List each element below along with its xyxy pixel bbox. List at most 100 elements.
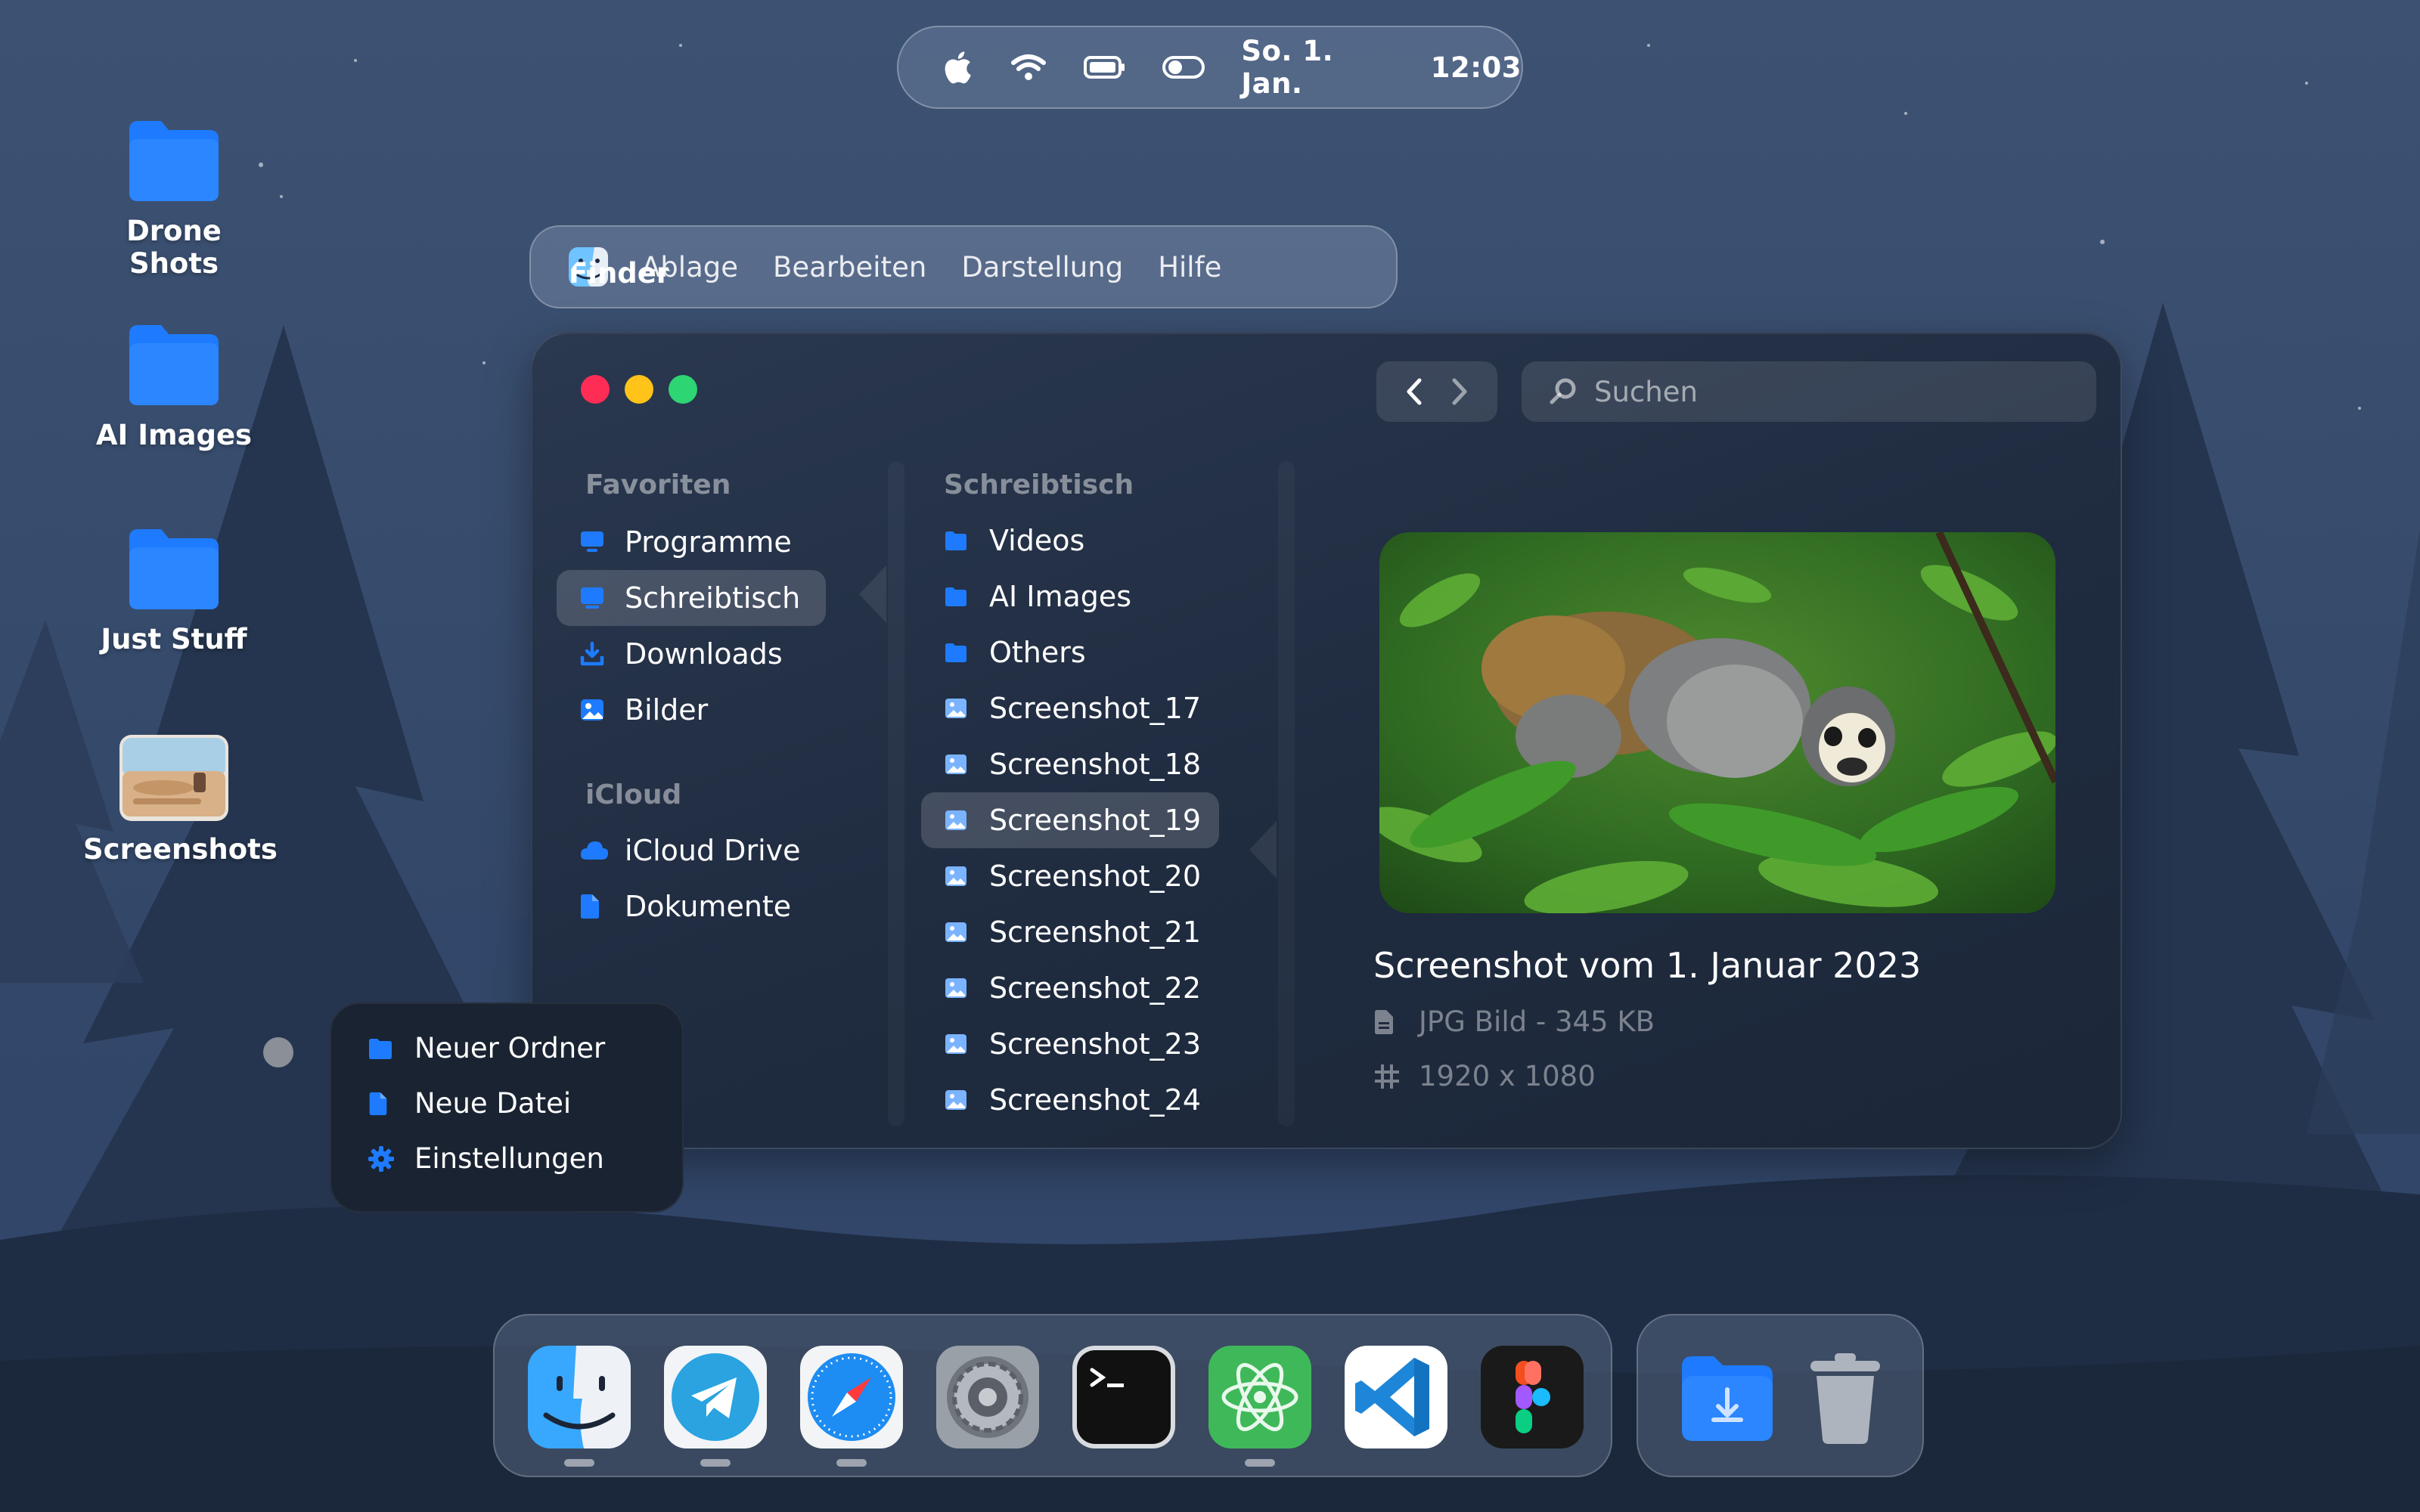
- file-item-label: Screenshot_24: [989, 1083, 1202, 1117]
- preview-image[interactable]: [1379, 532, 2055, 913]
- sidebar-item-programme[interactable]: Programme: [557, 514, 826, 570]
- preview-type-size: JPG Bild - 345 KB: [1419, 1005, 1655, 1038]
- navigation-buttons: [1376, 361, 1497, 422]
- cursor-indicator: [263, 1037, 293, 1067]
- context-menu-item-neuer-ordner[interactable]: Neuer Ordner: [331, 1021, 682, 1076]
- downloads-folder-icon[interactable]: [1676, 1346, 1779, 1448]
- folder-icon: [944, 530, 974, 551]
- menu-item-bearbeiten[interactable]: Bearbeiten: [773, 251, 926, 284]
- control-toggle-icon[interactable]: [1162, 45, 1205, 90]
- file-item-screenshot-23[interactable]: Screenshot_23: [921, 1016, 1219, 1072]
- file-item-screenshot-19[interactable]: Screenshot_19: [921, 792, 1219, 848]
- file-item-screenshot-21[interactable]: Screenshot_21: [921, 904, 1219, 960]
- sidebar-item-label: Schreibtisch: [625, 581, 801, 615]
- sidebar-item-label: Downloads: [625, 637, 783, 671]
- preview-file-info: JPG Bild - 345 KB: [1373, 1005, 1655, 1038]
- desktop-item-just-stuff[interactable]: Just Stuff: [83, 522, 265, 655]
- file-item-screenshot-24[interactable]: Screenshot_24: [921, 1072, 1219, 1128]
- folder-icon: [944, 642, 974, 663]
- dimensions-icon: [1373, 1063, 1404, 1090]
- file-item-label: Screenshot_22: [989, 971, 1202, 1005]
- figma-icon[interactable]: [1481, 1346, 1584, 1448]
- battery-icon[interactable]: [1084, 45, 1126, 90]
- sidebar-item-label: Dokumente: [625, 890, 792, 923]
- file-item-screenshot-18[interactable]: Screenshot_18: [921, 736, 1219, 792]
- file-item-screenshot-22[interactable]: Screenshot_22: [921, 960, 1219, 1016]
- menu-item-darstellung[interactable]: Darstellung: [961, 251, 1123, 284]
- folder-icon: [129, 325, 219, 405]
- dock-extras: [1637, 1314, 1924, 1477]
- telegram-icon[interactable]: [664, 1346, 767, 1448]
- vscode-icon[interactable]: [1345, 1346, 1447, 1448]
- search-placeholder: Suchen: [1594, 375, 1698, 408]
- wifi-icon[interactable]: [1010, 45, 1047, 90]
- desktop-icon: [579, 586, 611, 610]
- terminal-icon[interactable]: [1072, 1346, 1175, 1448]
- folder-icon: [129, 121, 219, 201]
- sidebar-item-downloads[interactable]: Downloads: [557, 626, 826, 682]
- search-field[interactable]: Suchen: [1522, 361, 2096, 422]
- context-menu-label: Einstellungen: [414, 1142, 604, 1175]
- search-icon: [1550, 378, 1576, 404]
- sidebar-item-icloud-drive[interactable]: iCloud Drive: [557, 823, 826, 878]
- file-item-ai-images[interactable]: AI Images: [921, 569, 1219, 624]
- app-menubar: Finder Ablage Bearbeiten Darstellung Hil…: [529, 225, 1398, 308]
- column-divider[interactable]: [888, 461, 904, 1126]
- image-thumbnail: [119, 735, 228, 821]
- sidebar-item-bilder[interactable]: Bilder: [557, 682, 826, 738]
- file-item-label: Screenshot_18: [989, 748, 1202, 781]
- sidebar-item-label: Bilder: [625, 693, 709, 727]
- zoom-button[interactable]: [669, 375, 697, 404]
- file-item-screenshot-17[interactable]: Screenshot_17: [921, 680, 1219, 736]
- file-item-others[interactable]: Others: [921, 624, 1219, 680]
- trash-icon[interactable]: [1794, 1346, 1897, 1448]
- status-date[interactable]: So. 1. Jan.: [1241, 35, 1395, 100]
- file-item-label: Others: [989, 636, 1086, 669]
- finder-window: Suchen Favoriten Programme Schreibtisch …: [531, 333, 2122, 1149]
- menu-item-hilfe[interactable]: Hilfe: [1158, 251, 1221, 284]
- running-indicator: [700, 1459, 731, 1467]
- file-item-label: Screenshot_19: [989, 804, 1202, 837]
- desktop-item-ai-images[interactable]: AI Images: [83, 318, 265, 451]
- desktop-item-screenshots[interactable]: Screenshots: [83, 733, 278, 866]
- atom-icon[interactable]: [1208, 1346, 1311, 1448]
- file-item-label: AI Images: [989, 580, 1132, 613]
- running-indicator: [1245, 1459, 1275, 1467]
- forward-button[interactable]: [1441, 369, 1478, 414]
- sidebar: Favoriten Programme Schreibtisch Downloa…: [557, 463, 844, 934]
- column-title: Schreibtisch: [944, 469, 1134, 500]
- context-menu-item-einstellungen[interactable]: Einstellungen: [331, 1131, 682, 1186]
- sidebar-item-label: iCloud Drive: [625, 834, 801, 867]
- sidebar-item-label: Programme: [625, 525, 792, 559]
- apple-icon[interactable]: [939, 45, 973, 90]
- column-divider[interactable]: [1278, 461, 1295, 1126]
- desktop-item-drone-shots[interactable]: Drone Shots: [83, 113, 265, 280]
- finder-icon[interactable]: [528, 1346, 631, 1448]
- desktop-item-label: Drone Shots: [126, 215, 222, 280]
- document-icon: [579, 893, 611, 920]
- settings-icon[interactable]: [936, 1346, 1039, 1448]
- context-menu: Neuer Ordner Neue Datei Einstellungen: [330, 1002, 684, 1213]
- back-button[interactable]: [1395, 369, 1433, 414]
- file-item-videos[interactable]: Videos: [921, 513, 1219, 569]
- close-button[interactable]: [581, 375, 610, 404]
- chevron-left-icon: [1407, 378, 1422, 405]
- selection-connector: [859, 565, 886, 623]
- file-column: Schreibtisch Videos AI Images Others Scr…: [921, 463, 1261, 1128]
- sidebar-item-schreibtisch[interactable]: Schreibtisch: [557, 570, 826, 626]
- context-menu-item-neue-datei[interactable]: Neue Datei: [331, 1076, 682, 1131]
- context-menu-label: Neue Datei: [414, 1087, 572, 1120]
- minimize-button[interactable]: [625, 375, 653, 404]
- status-time[interactable]: 12:03: [1431, 51, 1522, 84]
- image-file-icon: [944, 809, 974, 832]
- safari-icon[interactable]: [800, 1346, 903, 1448]
- sidebar-item-dokumente[interactable]: Dokumente: [557, 878, 826, 934]
- desktop-item-label: Just Stuff: [101, 623, 247, 655]
- gear-icon: [368, 1145, 398, 1173]
- document-icon: [368, 1091, 398, 1117]
- sidebar-section-favorites: Favoriten: [585, 469, 731, 500]
- file-item-label: Videos: [989, 524, 1085, 557]
- file-item-screenshot-20[interactable]: Screenshot_20: [921, 848, 1219, 904]
- folder-icon: [368, 1037, 398, 1060]
- window-controls: [581, 375, 697, 404]
